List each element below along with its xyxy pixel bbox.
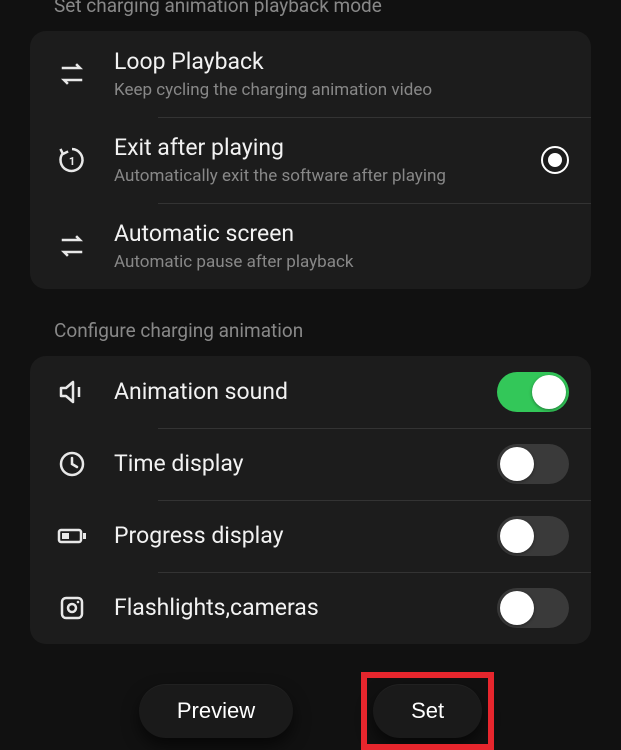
configure-header: Configure charging animation	[30, 319, 591, 342]
playback-mode-header: Set charging animation playback mode	[30, 0, 591, 17]
progress-label: Progress display	[114, 522, 485, 549]
preview-button[interactable]: Preview	[139, 684, 293, 738]
sound-toggle[interactable]	[497, 372, 569, 412]
playback-option-auto[interactable]: Automatic screen Automatic pause after p…	[30, 203, 591, 289]
battery-icon	[52, 527, 92, 545]
exit-radio[interactable]	[541, 146, 569, 174]
camera-label: Flashlights,cameras	[114, 594, 485, 621]
playback-option-exit[interactable]: 1 Exit after playing Automatically exit …	[30, 117, 591, 203]
loop-icon	[52, 61, 92, 87]
sound-label: Animation sound	[114, 378, 485, 405]
auto-sub: Automatic pause after playback	[114, 251, 569, 273]
setting-time: Time display	[30, 428, 591, 500]
svg-text:1: 1	[69, 155, 75, 168]
play-once-icon: 1	[52, 145, 92, 175]
time-toggle[interactable]	[497, 444, 569, 484]
set-button[interactable]: Set	[373, 684, 482, 738]
playback-mode-card: Loop Playback Keep cycling the charging …	[30, 31, 591, 289]
setting-camera: Flashlights,cameras	[30, 572, 591, 644]
playback-option-loop[interactable]: Loop Playback Keep cycling the charging …	[30, 31, 591, 117]
button-row: Preview Set	[30, 674, 591, 748]
auto-title: Automatic screen	[114, 219, 569, 249]
loop-title: Loop Playback	[114, 47, 569, 77]
loop-icon-2	[52, 233, 92, 259]
setting-progress: Progress display	[30, 500, 591, 572]
exit-sub: Automatically exit the software after pl…	[114, 165, 529, 187]
clock-icon	[52, 451, 92, 477]
camera-icon	[52, 595, 92, 621]
loop-sub: Keep cycling the charging animation vide…	[114, 79, 569, 101]
time-label: Time display	[114, 450, 485, 477]
exit-title: Exit after playing	[114, 133, 529, 163]
setting-sound: Animation sound	[30, 356, 591, 428]
progress-toggle[interactable]	[497, 516, 569, 556]
configure-card: Animation sound Time display Progress di…	[30, 356, 591, 644]
camera-toggle[interactable]	[497, 588, 569, 628]
sound-icon	[52, 380, 92, 404]
